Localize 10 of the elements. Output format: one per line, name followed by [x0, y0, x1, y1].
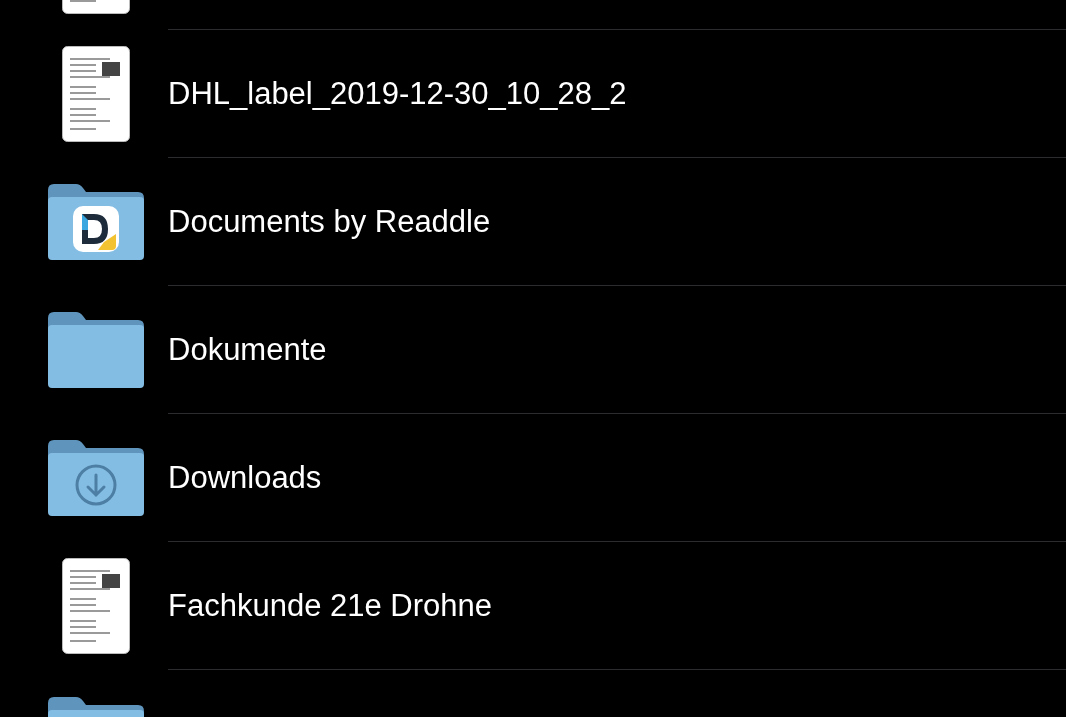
file-name[interactable]: DHL_label_2019-12-30_10_28_2 — [168, 75, 627, 112]
download-folder-icon — [48, 440, 144, 516]
folder-icon — [48, 312, 144, 388]
document-thumbnail-icon — [62, 558, 130, 654]
document-thumbnail-icon — [62, 46, 130, 142]
file-name[interactable]: Dokumente — [168, 331, 327, 368]
file-name[interactable]: Fachkunde 21e Drohne — [168, 587, 492, 624]
app-folder-icon — [48, 184, 144, 260]
file-name[interactable]: Documents by Readdle — [168, 203, 491, 240]
file-name[interactable]: Downloads — [168, 459, 322, 496]
